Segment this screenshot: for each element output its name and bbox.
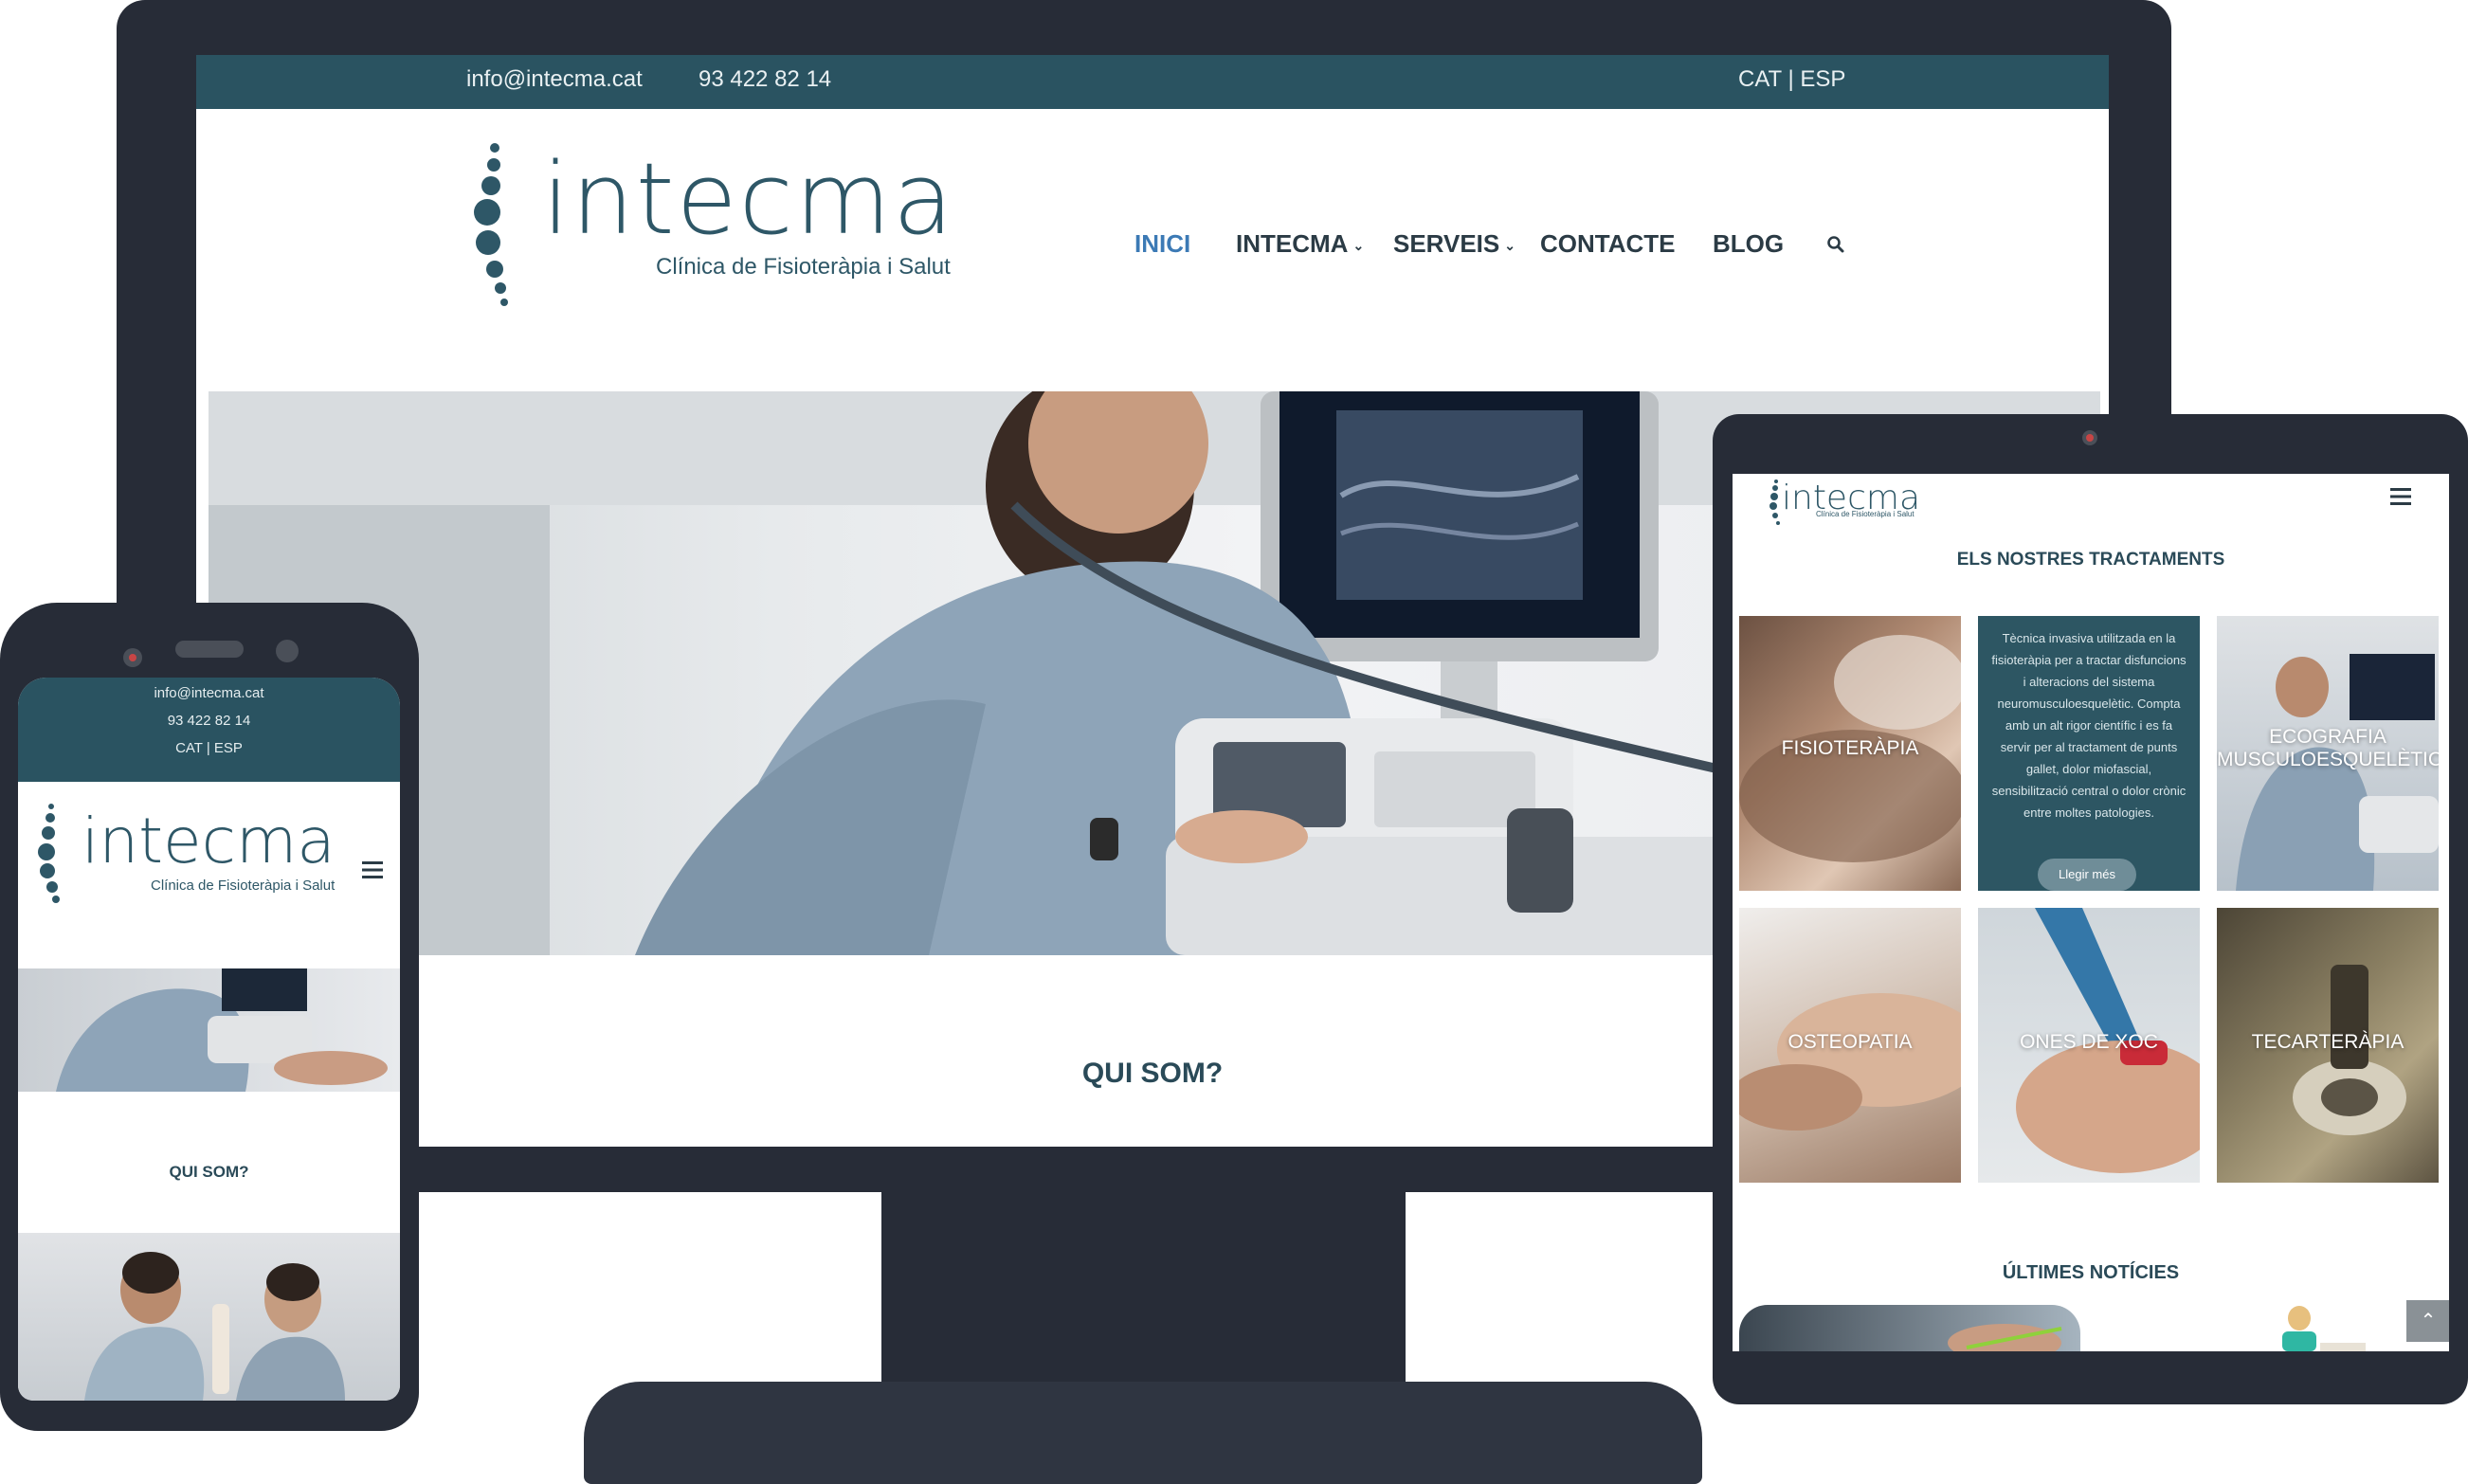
- phone-logo-spine-icon: [38, 804, 60, 903]
- phone-topbar-email[interactable]: info@intecma.cat: [18, 685, 400, 701]
- search-icon[interactable]: [1826, 235, 1845, 254]
- nav-item-intecma[interactable]: INTECMA ⌄: [1236, 229, 1364, 259]
- nav-item-label: INICI: [1134, 229, 1191, 258]
- phone-logo-tagline: Clínica de Fisioteràpia i Salut: [151, 878, 336, 894]
- chevron-down-icon: ⌄: [1352, 237, 1365, 253]
- phone-speaker: [175, 641, 244, 658]
- nav-item-contacte[interactable]: CONTACTE: [1540, 229, 1676, 259]
- chevron-down-icon: ⌄: [1504, 237, 1515, 253]
- treatment-tile-tecarterapia[interactable]: TECARTERÀPIA: [2217, 908, 2439, 1183]
- nav-item-blog[interactable]: BLOG: [1713, 229, 1784, 259]
- news-photo: [1948, 1324, 2062, 1351]
- desktop-topbar: info@intecma.cat 93 422 82 14 CAT | ESP: [196, 55, 2109, 109]
- scroll-to-top-button[interactable]: ⌃: [2406, 1300, 2449, 1342]
- phone-section-heading: QUI SOM?: [169, 1163, 249, 1181]
- phone-topbar: info@intecma.cat 93 422 82 14 CAT | ESP: [18, 678, 400, 782]
- desktop-logo-spine-icon: [474, 143, 508, 306]
- treatment-tile-fisioterapia[interactable]: FISIOTERÀPIA: [1739, 616, 1961, 891]
- phone-team-photo: [18, 1233, 400, 1401]
- desktop-language-switch[interactable]: CAT | ESP: [1738, 66, 1845, 93]
- nav-item-serveis[interactable]: SERVEIS ⌄: [1393, 229, 1515, 259]
- news-heading: ÚLTIMES NOTÍCIES: [2002, 1262, 2180, 1283]
- tablet-camera-indicator: [2086, 434, 2094, 442]
- phone-screen: info@intecma.cat 93 422 82 14 CAT | ESP …: [18, 678, 400, 1401]
- hamburger-menu-icon[interactable]: [362, 860, 383, 879]
- ultrasound-exam-photo: [56, 968, 388, 1092]
- desktop-logo-wordmark[interactable]: intecma: [542, 150, 955, 248]
- nav-item-label: BLOG: [1713, 229, 1785, 258]
- desktop-monitor-stand-neck: [881, 1185, 1406, 1412]
- read-more-button[interactable]: Llegir més: [2038, 859, 2136, 891]
- phone-logo-wordmark[interactable]: intecma: [82, 810, 336, 873]
- phone-topbar-phone[interactable]: 93 422 82 14: [18, 713, 400, 729]
- tablet-screen: intecma Clínica de Fisioteràpia i Salut …: [1733, 474, 2449, 1351]
- news-thumbnail-1[interactable]: [1739, 1305, 2080, 1351]
- nav-item-inici[interactable]: INICI: [1134, 229, 1190, 259]
- treatment-tile-label: TECARTERÀPIA: [2251, 1031, 2404, 1053]
- therapists-photo: [84, 1252, 345, 1401]
- treatment-tile-label: OSTEOPATIA: [1787, 1031, 1913, 1053]
- treatment-tile-ecografia[interactable]: ECOGRAFIA MUSCULOESQUELÈTICA: [2217, 616, 2439, 891]
- phone-camera-indicator: [129, 654, 136, 661]
- desktop-monitor-stand-base: [584, 1382, 1702, 1484]
- treatment-tile-ones-de-xoc[interactable]: ONES DE XOC: [1978, 908, 2200, 1183]
- nav-item-label: SERVEIS: [1393, 229, 1500, 258]
- treatment-tile-description-text: Tècnica invasiva utilitzada en la fisiot…: [1991, 631, 2187, 820]
- tablet-logo-tagline: Clínica de Fisioteràpia i Salut: [1816, 510, 1915, 518]
- chevron-up-icon: ⌃: [2420, 1311, 2437, 1331]
- treatment-tile-description[interactable]: Tècnica invasiva utilitzada en la fisiot…: [1978, 616, 2200, 891]
- treatment-tile-label: FISIOTERÀPIA: [1781, 737, 1919, 759]
- phone-language-switch[interactable]: CAT | ESP: [18, 740, 400, 756]
- desktop-logo-tagline: Clínica de Fisioteràpia i Salut: [656, 254, 951, 280]
- nav-item-label: INTECMA: [1236, 229, 1349, 258]
- desktop-topbar-phone[interactable]: 93 422 82 14: [699, 66, 831, 93]
- hamburger-menu-icon[interactable]: [2390, 487, 2411, 506]
- news-thumbnail-2-illustration[interactable]: [2187, 1305, 2368, 1351]
- treatments-heading: ELS NOSTRES TRACTAMENTS: [1956, 550, 2225, 570]
- treatment-tile-osteopatia[interactable]: OSTEOPATIA: [1739, 908, 1961, 1183]
- treatment-tile-label: ONES DE XOC: [2020, 1031, 2158, 1053]
- phone-hero-image: [18, 968, 400, 1092]
- desktop-topbar-email[interactable]: info@intecma.cat: [466, 66, 643, 93]
- phone-front-sensor: [276, 640, 299, 662]
- treatment-tile-label: ECOGRAFIA MUSCULOESQUELÈTICA: [2217, 726, 2439, 770]
- nav-item-label: CONTACTE: [1540, 229, 1676, 258]
